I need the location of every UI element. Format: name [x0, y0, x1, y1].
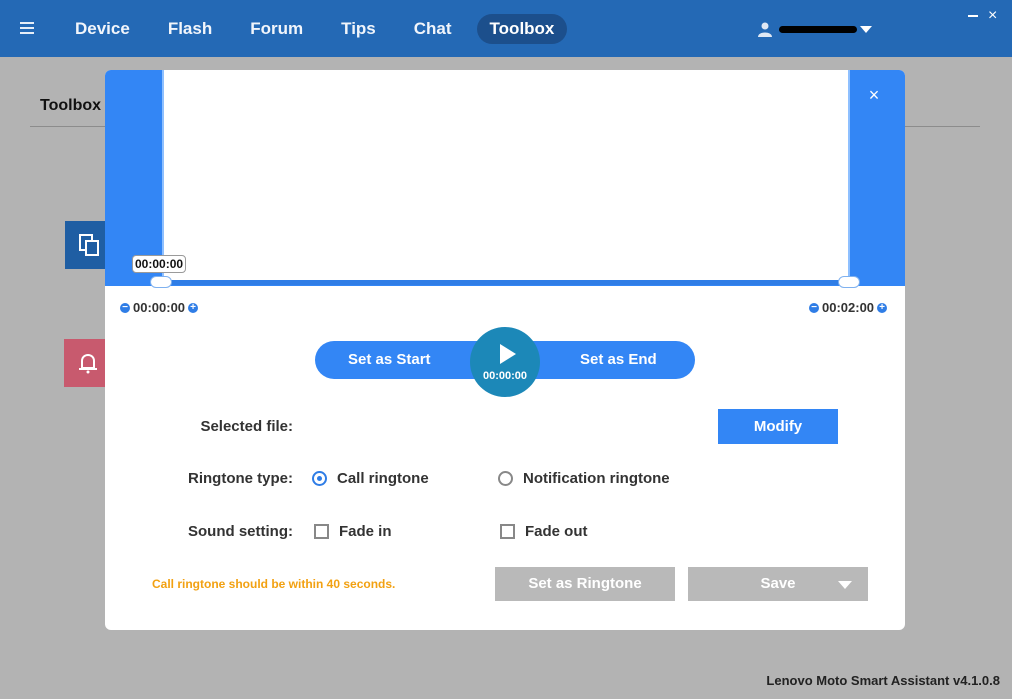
notification-ringtone-label: Notification ringtone — [523, 470, 670, 487]
copy-icon — [79, 234, 99, 256]
bell-icon — [79, 353, 97, 374]
nav-chat[interactable]: Chat — [401, 14, 465, 44]
fade-out-label: Fade out — [525, 523, 588, 540]
save-label: Save — [760, 575, 796, 592]
ringtone-type-label: Ringtone type: — [188, 470, 293, 487]
dropdown-caret-icon[interactable] — [838, 581, 852, 589]
waveform-selection[interactable] — [162, 70, 850, 280]
play-button[interactable]: 00:00:00 — [470, 327, 540, 397]
notification-ringtone-radio[interactable]: Notification ringtone — [498, 470, 670, 487]
start-increment-icon[interactable]: + — [188, 302, 199, 313]
start-handle[interactable] — [150, 276, 172, 288]
set-as-ringtone-button[interactable]: Set as Ringtone — [495, 567, 675, 601]
end-handle[interactable] — [838, 276, 860, 288]
redacted-user-name — [779, 25, 857, 33]
sound-setting-label: Sound setting: — [188, 523, 293, 540]
user-menu[interactable] — [757, 21, 872, 37]
selected-file-label: Selected file: — [200, 418, 293, 435]
set-as-end-button[interactable]: Set as End — [580, 341, 657, 379]
modify-button[interactable]: Modify — [718, 409, 838, 444]
radio-selected-icon[interactable] — [312, 471, 327, 486]
dialog-close-icon[interactable]: × — [866, 85, 882, 105]
set-as-start-button[interactable]: Set as Start — [348, 341, 431, 379]
top-nav-bar: Device Flash Forum Tips Chat Toolbox × — [0, 0, 1012, 57]
fade-in-label: Fade in — [339, 523, 392, 540]
checkbox-icon[interactable] — [500, 524, 515, 539]
nav-forum[interactable]: Forum — [237, 14, 316, 44]
call-ringtone-label: Call ringtone — [337, 470, 429, 487]
dropdown-caret-icon[interactable] — [860, 25, 872, 33]
checkbox-icon[interactable] — [314, 524, 329, 539]
fade-out-checkbox[interactable]: Fade out — [500, 523, 588, 540]
start-decrement-icon[interactable]: − — [120, 302, 130, 313]
position-tooltip: 00:00:00 — [132, 255, 187, 273]
save-button[interactable]: Save — [688, 567, 868, 601]
play-time: 00:00:00 — [482, 370, 528, 382]
end-decrement-icon[interactable]: − — [809, 302, 819, 313]
menu-icon[interactable] — [20, 22, 34, 34]
end-time: 00:02:00 — [822, 300, 875, 315]
end-time-control: − 00:02:00 + — [809, 300, 888, 315]
nav-device[interactable]: Device — [62, 14, 143, 44]
nav-toolbox[interactable]: Toolbox — [476, 14, 568, 44]
start-time: 00:00:00 — [133, 300, 186, 315]
user-icon — [758, 22, 772, 37]
end-increment-icon[interactable]: + — [877, 302, 888, 313]
nav-tips[interactable]: Tips — [328, 14, 389, 44]
call-ringtone-radio[interactable]: Call ringtone — [312, 470, 429, 487]
close-icon[interactable]: × — [988, 6, 997, 26]
nav-flash[interactable]: Flash — [155, 14, 225, 44]
app-version: Lenovo Moto Smart Assistant v4.1.0.8 — [766, 673, 1000, 688]
main-nav: Device Flash Forum Tips Chat Toolbox — [62, 14, 579, 44]
ringtone-duration-warning: Call ringtone should be within 40 second… — [152, 577, 396, 591]
fade-in-checkbox[interactable]: Fade in — [314, 523, 392, 540]
page-title: Toolbox — [40, 97, 102, 114]
ringtone-editor-dialog: 00:00:00 × − 00:00:00 + − 00:02:00 + Set… — [105, 70, 905, 630]
play-icon — [500, 344, 516, 364]
radio-unselected-icon[interactable] — [498, 471, 513, 486]
timeline-track[interactable] — [162, 280, 850, 285]
start-time-control: − 00:00:00 + — [120, 300, 199, 315]
minimize-icon[interactable] — [968, 15, 978, 17]
